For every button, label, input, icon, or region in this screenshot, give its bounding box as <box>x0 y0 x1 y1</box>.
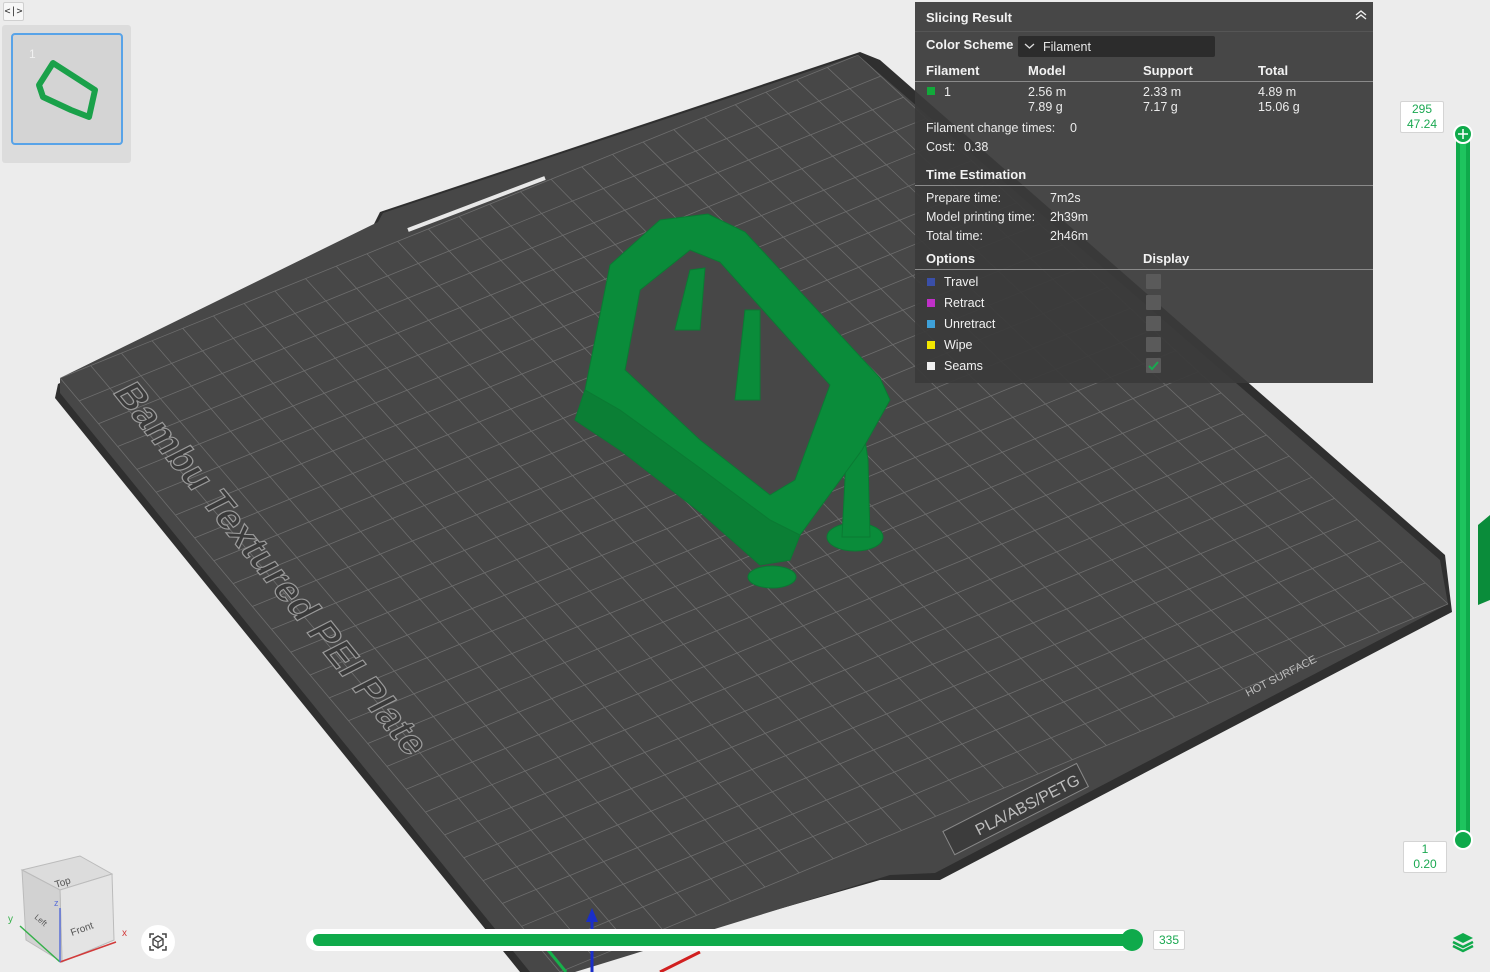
col-model: Model <box>1028 63 1066 78</box>
plate-list-panel: 1 <box>2 25 131 163</box>
collapse-up-icon[interactable] <box>1354 8 1368 22</box>
slicing-result-header: Slicing Result <box>915 2 1373 32</box>
support-weight: 7.17 g <box>1143 100 1178 114</box>
color-scheme-label: Color Scheme <box>926 37 1014 52</box>
plus-icon <box>1458 129 1468 139</box>
option-label: Wipe <box>944 338 973 352</box>
filament-id: 1 <box>944 85 951 99</box>
option-display-checkbox[interactable] <box>1146 295 1161 310</box>
layer-slider-track[interactable] <box>1456 128 1470 846</box>
cost-value: 0.38 <box>964 140 989 154</box>
divider <box>915 185 1373 186</box>
slicing-result-panel: Slicing Result Color Scheme Filament Fil… <box>915 2 1373 383</box>
camera-view-icon <box>149 933 167 951</box>
plate-thumbnail[interactable]: 1 <box>11 33 123 145</box>
layer-slider-bottom-handle[interactable] <box>1453 830 1473 850</box>
move-slider-fill <box>313 934 1133 946</box>
total-time-value: 2h46m <box>1050 229 1089 243</box>
total-time-label: Total time: <box>926 229 983 243</box>
model-length: 2.56 m <box>1028 85 1067 99</box>
move-slider-handle[interactable] <box>1121 929 1143 951</box>
color-scheme-dropdown[interactable]: Filament <box>1018 36 1215 57</box>
filament-change-label: Filament change times: <box>926 121 1056 135</box>
model-weight: 7.89 g <box>1028 100 1063 114</box>
option-color-swatch <box>927 362 935 370</box>
col-filament: Filament <box>926 63 980 78</box>
navigation-cube[interactable]: Top Front Left x y z <box>0 850 140 972</box>
top-layer-height: 47.24 <box>1406 117 1438 131</box>
option-display-checkbox[interactable] <box>1146 358 1161 373</box>
code-toggle-icon[interactable]: <|> <box>3 2 24 21</box>
option-label: Seams <box>944 359 983 373</box>
chevron-down-icon <box>1024 43 1035 49</box>
move-slider-track[interactable] <box>306 929 1142 951</box>
prepare-time-value: 7m2s <box>1050 191 1081 205</box>
reset-view-button[interactable] <box>141 925 175 959</box>
col-support: Support <box>1143 63 1193 78</box>
option-display-checkbox[interactable] <box>1146 337 1161 352</box>
support-length: 2.33 m <box>1143 85 1182 99</box>
option-label: Retract <box>944 296 985 310</box>
filament-table-header: Filament Model Support Total <box>915 61 1373 82</box>
option-label: Travel <box>944 275 979 289</box>
option-row-seams: Seams <box>915 356 1373 376</box>
divider <box>915 269 1373 270</box>
cost-label: Cost: <box>926 140 956 154</box>
display-title: Display <box>1143 251 1190 266</box>
option-color-swatch <box>927 278 935 286</box>
col-total: Total <box>1258 63 1289 78</box>
filament-change-value: 0 <box>1070 121 1077 135</box>
bottom-layer-height: 0.20 <box>1413 857 1437 871</box>
axis-x-label: x <box>122 928 127 939</box>
option-row-retract: Retract <box>915 293 1373 313</box>
layer-slider-range <box>1460 134 1466 838</box>
top-layer-label: 295 47.24 <box>1400 101 1444 133</box>
bottom-layer-label: 1 0.20 <box>1403 841 1447 873</box>
total-weight: 15.06 g <box>1258 100 1300 114</box>
model-print-time-value: 2h39m <box>1050 210 1089 224</box>
option-label: Unretract <box>944 317 996 331</box>
options-title: Options <box>926 251 976 266</box>
time-estimation-title: Time Estimation <box>926 167 1027 182</box>
prepare-time-label: Prepare time: <box>926 191 1002 205</box>
option-color-swatch <box>927 341 935 349</box>
layer-slider-top-handle[interactable] <box>1453 124 1473 144</box>
total-length: 4.89 m <box>1258 85 1297 99</box>
filament-color-swatch <box>927 87 935 95</box>
option-row-unretract: Unretract <box>915 314 1373 334</box>
option-row-wipe: Wipe <box>915 335 1373 355</box>
plate-thumbnail-model-icon <box>36 60 98 120</box>
layers-icon[interactable] <box>1450 930 1476 956</box>
model-print-time-label: Model printing time: <box>926 210 1036 224</box>
option-row-travel: Travel <box>915 272 1373 292</box>
option-color-swatch <box>927 320 935 328</box>
option-color-swatch <box>927 299 935 307</box>
move-slider-value: 335 <box>1153 930 1185 950</box>
top-layer-number: 295 <box>1411 102 1433 116</box>
bottom-layer-number: 1 <box>1421 842 1429 856</box>
slicing-result-title: Slicing Result <box>926 10 1012 25</box>
axis-z-label: z <box>54 898 59 908</box>
color-scheme-value: Filament <box>1043 40 1091 54</box>
option-display-checkbox[interactable] <box>1146 274 1161 289</box>
option-display-checkbox[interactable] <box>1146 316 1161 331</box>
axis-y-label: y <box>8 914 13 925</box>
